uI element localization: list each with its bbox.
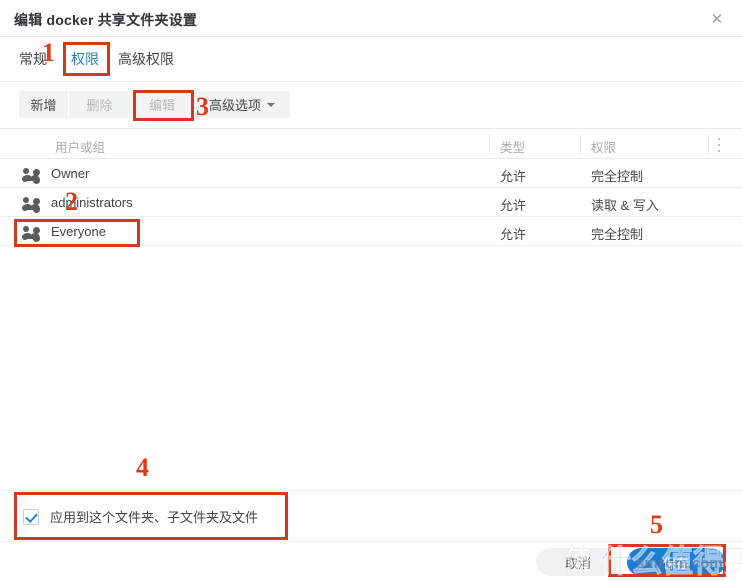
checkbox-checked-icon[interactable]	[23, 508, 39, 525]
row-user-cell: administrators	[23, 188, 133, 217]
dialog-title: 编辑 docker 共享文件夹设置	[14, 12, 198, 28]
tab-advanced-permissions[interactable]: 高级权限	[118, 49, 174, 69]
tab-bar: 常规 权限 高级权限	[0, 37, 742, 82]
kebab-menu-icon[interactable]	[717, 138, 721, 152]
table-header: 用户或组 类型 权限	[0, 128, 742, 159]
table-row[interactable]: Owner 允许 完全控制	[0, 159, 742, 188]
column-divider	[489, 134, 490, 155]
row-type: 允许	[500, 198, 527, 213]
row-user-cell: Everyone	[23, 217, 106, 246]
annotation-number-4: 4	[136, 453, 149, 482]
group-icon	[23, 196, 40, 210]
row-user-cell: Owner	[23, 159, 89, 188]
apply-to-folder-checkbox[interactable]: 应用到这个文件夹、子文件夹及文件	[23, 507, 258, 526]
row-user-name: administrators	[51, 195, 133, 210]
row-type: 允许	[500, 169, 527, 184]
advanced-options-button[interactable]: 高级选项	[194, 91, 290, 118]
table-row[interactable]: administrators 允许 读取 & 写入	[0, 188, 742, 217]
delete-button[interactable]: 删除	[69, 91, 131, 118]
add-button[interactable]: 新增	[19, 91, 69, 118]
row-user-name: Owner	[51, 166, 90, 181]
row-user-name: Everyone	[51, 224, 106, 239]
row-type: 允许	[500, 227, 527, 242]
share-folder-settings-dialog: 编辑 docker 共享文件夹设置 ✕ 常规 权限 高级权限 新增 删除 编辑 …	[0, 0, 742, 581]
cancel-button[interactable]: 取消	[536, 548, 620, 576]
advanced-options-label: 高级选项	[208, 98, 261, 113]
row-permission: 读取 & 写入	[591, 198, 659, 213]
permissions-table: 用户或组 类型 权限 Owner 允许 完全控制 administrators …	[0, 128, 742, 246]
tab-permissions[interactable]: 权限	[71, 49, 99, 69]
tab-general[interactable]: 常规	[19, 49, 47, 69]
dialog-titlebar: 编辑 docker 共享文件夹设置 ✕	[0, 0, 742, 37]
group-icon	[23, 225, 40, 239]
column-divider	[580, 134, 581, 155]
group-icon	[23, 167, 40, 181]
save-button[interactable]: 保存	[627, 548, 725, 576]
row-permission: 完全控制	[591, 169, 644, 184]
permissions-toolbar: 新增 删除 编辑 高级选项	[0, 91, 742, 127]
dialog-footer: 取消 保存	[0, 542, 742, 581]
edit-button[interactable]: 编辑	[131, 91, 194, 118]
close-icon[interactable]: ✕	[706, 8, 728, 30]
chevron-down-icon	[267, 102, 275, 107]
apply-to-folder-label: 应用到这个文件夹、子文件夹及文件	[50, 510, 259, 525]
column-header-permission: 权限	[591, 141, 617, 155]
column-header-type: 类型	[500, 141, 526, 155]
row-permission: 完全控制	[591, 227, 644, 242]
column-divider	[708, 134, 709, 155]
apply-scope-bar: 应用到这个文件夹、子文件夹及文件	[0, 490, 742, 542]
table-row[interactable]: Everyone 允许 完全控制	[0, 217, 742, 246]
column-header-user-or-group: 用户或组	[55, 141, 106, 155]
